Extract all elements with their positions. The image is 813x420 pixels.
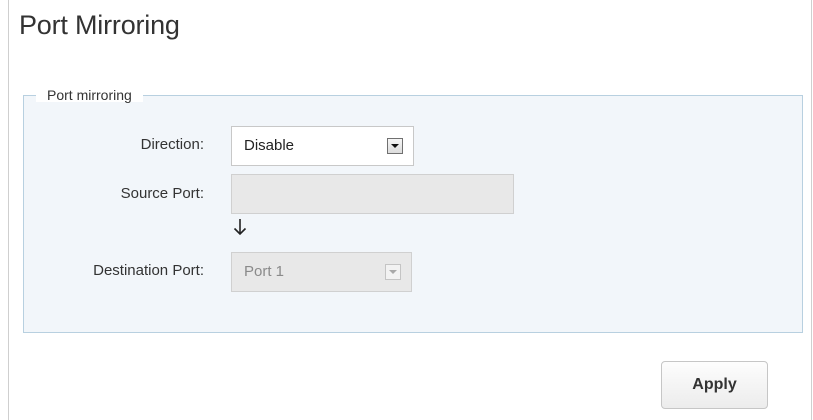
panel-legend: Port mirroring bbox=[36, 88, 143, 102]
destination-port-select[interactable]: Port 1 bbox=[231, 252, 412, 292]
destination-port-label: Destination Port: bbox=[93, 262, 204, 279]
source-port-field[interactable] bbox=[231, 174, 514, 214]
chevron-down-icon[interactable] bbox=[385, 264, 401, 280]
page-title: Port Mirroring bbox=[19, 10, 180, 40]
direction-label: Direction: bbox=[140, 136, 204, 153]
apply-button[interactable]: Apply bbox=[661, 361, 768, 409]
chevron-down-icon[interactable] bbox=[387, 138, 403, 154]
destination-port-select-value: Port 1 bbox=[244, 263, 285, 280]
source-port-label: Source Port: bbox=[120, 185, 204, 202]
arrow-down-icon bbox=[233, 219, 247, 236]
direction-select[interactable]: Disable bbox=[231, 126, 414, 166]
direction-select-value: Disable bbox=[244, 137, 295, 154]
